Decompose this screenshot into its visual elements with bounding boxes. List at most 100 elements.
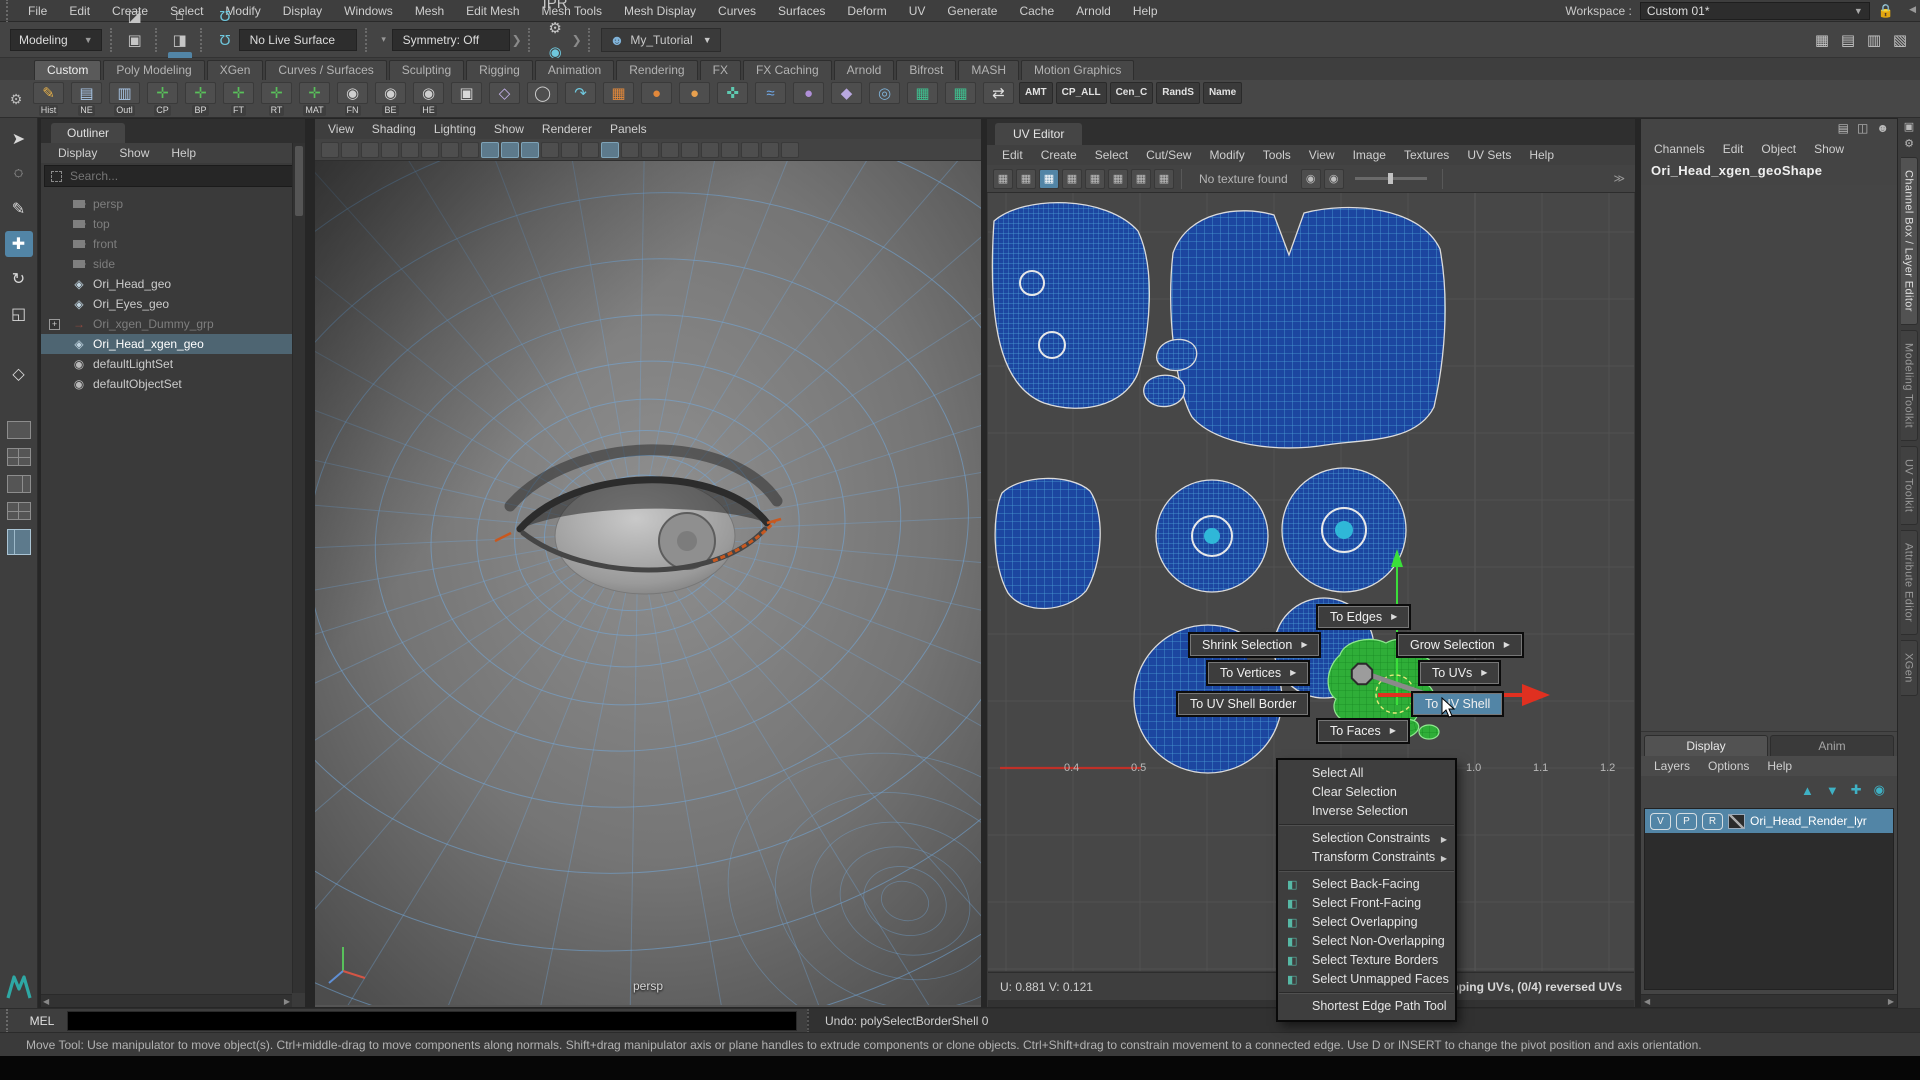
marking-menu-to-uv-shell[interactable]: To UV Shell [1413,693,1502,715]
context-item-select-texture-borders[interactable]: ◧Select Texture Borders [1278,951,1455,970]
history-icon[interactable]: ✎Hist [31,82,66,116]
uv-grid-snap-icon[interactable]: ▦ [1039,169,1059,189]
marking-menu-to-faces[interactable]: To Faces▶ [1318,720,1408,742]
uv-menu-edit[interactable]: Edit [993,145,1032,165]
outliner-hscrollbar[interactable]: ◀▶ [41,994,292,1007]
scale-tool-icon[interactable]: ◱ [5,301,33,327]
teal-splat-icon[interactable]: ✜ [715,82,750,104]
menu-edit[interactable]: Edit [58,0,101,22]
marking-menu-shrink-selection[interactable]: Shrink Selection▶ [1190,634,1319,656]
sidebar-tab-attribute-editor[interactable]: Attribute Editor [1901,530,1918,635]
chevron-down-icon[interactable]: ▾ [378,28,390,52]
orange-sphere-2-icon[interactable]: ● [677,82,712,104]
sidebar-tab-channel-box-layer-editor[interactable]: Channel Box / Layer Editor [1901,157,1918,325]
outliner-search[interactable] [44,165,302,187]
layer-tab-display[interactable]: Display [1644,735,1768,756]
uv-checker-icon[interactable]: ▦ [1016,169,1036,189]
material-icon[interactable]: ✛MAT [297,82,332,116]
green-checker-2-icon[interactable]: ▦ [943,82,978,104]
outliner-menu-display[interactable]: Display [49,143,106,163]
layout-persp-outliner-button[interactable] [7,502,31,520]
layer-menu-help[interactable]: Help [1758,756,1801,776]
channelbox-menu-show[interactable]: Show [1805,139,1853,159]
motion-blur-icon[interactable] [581,142,599,158]
layer-move-up-icon[interactable]: ▲ [1801,783,1814,798]
channel-settings-icon[interactable]: ◫ [1857,121,1868,139]
uv-menu-view[interactable]: View [1300,145,1344,165]
outliner-item-ori-eyes-geo[interactable]: ◈Ori_Eyes_geo [41,294,305,314]
marking-menu-grow-selection[interactable]: Grow Selection▶ [1398,634,1522,656]
shelf-gear-icon[interactable]: ⚙ [4,82,28,116]
viewport-menu-lighting[interactable]: Lighting [425,119,485,139]
menu-curves[interactable]: Curves [707,0,767,22]
shelf-tab-fx-caching[interactable]: FX Caching [743,60,832,80]
uv-menu-create[interactable]: Create [1032,145,1086,165]
outliner-vscrollbar[interactable] [292,143,305,993]
layer-row[interactable]: V P R Ori_Head_Render_lyr [1645,809,1893,833]
dim-image-icon[interactable]: ▦ [1131,169,1151,189]
pixel-snap-icon[interactable]: ▦ [1062,169,1082,189]
symmetry-field[interactable]: Symmetry: Off [392,29,510,51]
shade-uvs-icon[interactable]: ▦ [1085,169,1105,189]
viewport-menu-panels[interactable]: Panels [601,119,656,139]
shelf-tab-animation[interactable]: Animation [535,60,614,80]
sort-icon-1[interactable]: ▦ [1810,28,1834,52]
sidebar-tab-uv-toolkit[interactable]: UV Toolkit [1901,446,1918,525]
selection-filter-icon[interactable] [51,171,62,182]
joint-xray-icon[interactable] [681,142,699,158]
marking-menu-to-uv-shell-border[interactable]: To UV Shell Border [1178,693,1308,715]
shelf-tab-bifrost[interactable]: Bifrost [896,60,956,80]
shelf-tab-arnold[interactable]: Arnold [834,60,895,80]
menu-deform[interactable]: Deform [836,0,897,22]
context-item-inverse-selection[interactable]: Inverse Selection [1278,802,1455,821]
layer-tab-anim[interactable]: Anim [1770,735,1894,756]
viewport-menu-shading[interactable]: Shading [363,119,425,139]
snap-curve-icon[interactable]: Ω [213,0,237,4]
uv-menu-image[interactable]: Image [1344,145,1395,165]
menu-edit-mesh[interactable]: Edit Mesh [455,0,530,22]
context-item-select-non-overlapping[interactable]: ◧Select Non-Overlapping [1278,932,1455,951]
cube-icon[interactable]: ◇ [487,82,522,104]
menu-windows[interactable]: Windows [333,0,404,22]
center-pivot-icon[interactable]: ✛CP [145,82,180,116]
statusline-grip[interactable] [365,28,370,52]
context-item-select-all[interactable]: Select All [1278,764,1455,783]
uv-menu-modify[interactable]: Modify [1200,145,1253,165]
marking-menu-to-vertices[interactable]: To Vertices▶ [1208,662,1308,684]
last-tool-icon[interactable]: ◇ [5,361,33,387]
sort-icon-2[interactable]: ▤ [1836,28,1860,52]
viewport-menu-view[interactable]: View [319,119,363,139]
workspace-lock-icon[interactable]: 🔒 [1878,3,1894,19]
render-settings-icon[interactable]: ⚙ [541,16,570,40]
freeze-transform-icon[interactable]: ✛FT [221,82,256,116]
workspace-select[interactable]: Custom 01* ▼ [1640,2,1870,20]
context-item-clear-selection[interactable]: Clear Selection [1278,783,1455,802]
shelf-btn-cen-c[interactable]: Cen_C [1110,82,1154,104]
outliner-item-persp[interactable]: persp [41,194,305,214]
xray-icon[interactable] [661,142,679,158]
channelbox-menu-object[interactable]: Object [1752,139,1805,159]
save-scene-icon[interactable]: ▣ [123,28,147,52]
uv-menu-uv-sets[interactable]: UV Sets [1458,145,1520,165]
rotate-tool-icon[interactable]: ↻ [5,266,33,292]
depth-of-field-icon[interactable] [621,142,639,158]
sidebar-gear-icon[interactable]: ⚙ [1904,135,1914,152]
node-editor-icon[interactable]: ▤NE [69,82,104,116]
layer-visibility-toggle[interactable]: V [1650,813,1671,830]
lasso-tool-icon[interactable]: ◌ [5,161,33,187]
statusline-grip[interactable] [528,28,533,52]
menubar-collapse-icon[interactable]: ◀ [1909,4,1916,15]
user-icon[interactable]: ☻ [1876,121,1889,139]
bw-arrows-icon[interactable]: ⇄ [981,82,1016,104]
2d-pan-zoom-icon[interactable] [421,142,439,158]
viewport-canvas[interactable] [315,161,981,1005]
context-item-shortest-edge-path-tool[interactable]: Shortest Edge Path Tool [1278,997,1455,1016]
context-item-transform-constraints[interactable]: Transform Constraints▶ [1278,848,1455,867]
shelf-tab-mash[interactable]: MASH [958,60,1019,80]
multisample-icon[interactable] [601,142,619,158]
new-layer-from-selected-icon[interactable]: ◉ [1874,782,1885,798]
selected-shape-name[interactable]: Ori_Head_xgen_geoShape [1641,159,1897,183]
sidebar-pin-icon[interactable]: ▣ [1904,118,1914,135]
sort-icon-3[interactable]: ▥ [1862,28,1886,52]
striped-sphere-icon[interactable]: ◎ [867,82,902,104]
